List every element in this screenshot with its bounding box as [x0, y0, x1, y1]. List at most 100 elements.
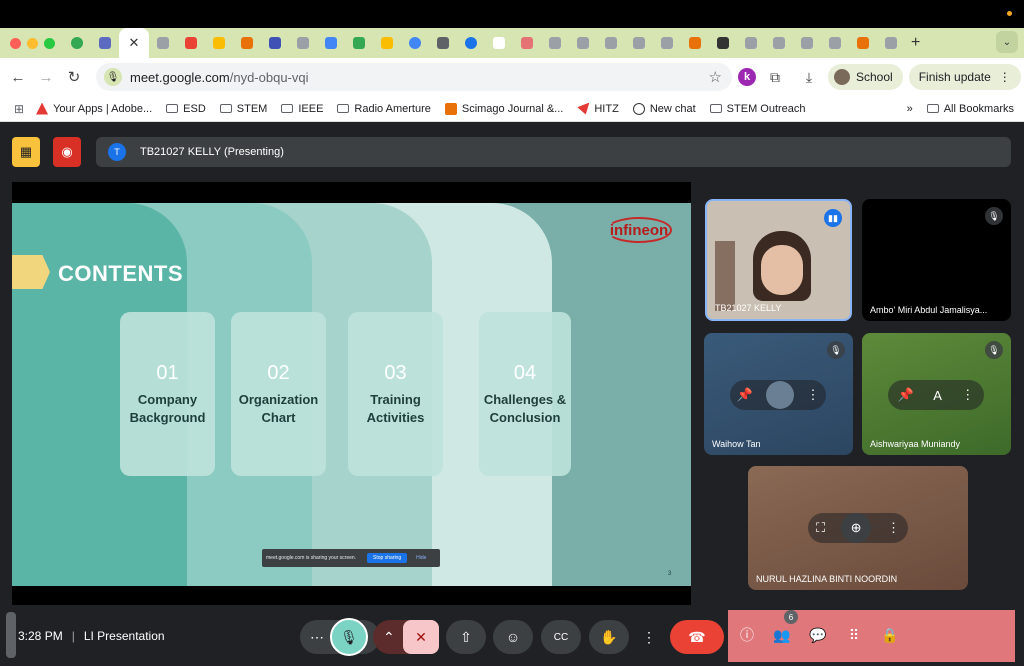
url-input[interactable]: 🎙 meet.google.com/nyd-obqu-vqi ☆ — [96, 63, 732, 91]
tab-icon[interactable] — [653, 29, 681, 57]
participant-tile-aishwariyaa[interactable]: 🎙 📌 A ⋮ Aishwariyaa Muniandy — [862, 333, 1011, 455]
reload-icon[interactable]: ↻ — [60, 68, 88, 86]
bookmark-stem[interactable]: STEM — [219, 103, 267, 115]
tab-icon[interactable] — [597, 29, 625, 57]
tile-hover-controls: 📌 ⋮ — [730, 380, 826, 410]
close-window-icon[interactable] — [10, 37, 21, 49]
tab-icon[interactable] — [289, 29, 317, 57]
tab-icon[interactable] — [429, 29, 457, 57]
bookmark-adobe[interactable]: Your Apps | Adobe... — [36, 102, 152, 115]
chat-icon[interactable]: 💬 — [807, 624, 829, 646]
host-controls-icon[interactable]: 🔒 — [879, 624, 901, 646]
minimize-window-icon[interactable] — [27, 37, 38, 49]
more-bookmarks-icon[interactable]: » — [907, 103, 913, 115]
tab-icon[interactable] — [849, 29, 877, 57]
more-options-icon[interactable]: ⋮ — [887, 520, 900, 536]
camera-off-icon[interactable]: ✕ — [403, 620, 439, 654]
tab-icon[interactable] — [709, 29, 737, 57]
captions-icon[interactable]: CC — [541, 620, 581, 654]
participant-tile-kelly[interactable]: ▮▮ TB21027 KELLY — [705, 199, 852, 321]
address-bar: ← → ↻ 🎙 meet.google.com/nyd-obqu-vqi ☆ k… — [0, 58, 1024, 96]
profile-button[interactable]: School — [828, 64, 903, 90]
tab-icon[interactable] — [233, 29, 261, 57]
present-screen-icon[interactable]: ⇧ — [446, 620, 486, 654]
bookmark-hitz[interactable]: HITZ — [577, 102, 619, 115]
people-icon[interactable]: 👥 — [771, 624, 793, 646]
leave-call-button[interactable]: ☎ — [670, 620, 724, 654]
bookmark-new-chat[interactable]: New chat — [632, 102, 696, 115]
pin-icon[interactable]: 📌 — [898, 387, 914, 403]
tab-icon[interactable] — [569, 29, 597, 57]
bookmark-esd[interactable]: ESD — [166, 103, 206, 115]
tab-icon[interactable] — [737, 29, 765, 57]
bookmark-ieee[interactable]: IEEE — [281, 103, 323, 115]
add-background-icon[interactable]: ⊕ — [841, 513, 872, 543]
tab-icon[interactable] — [793, 29, 821, 57]
finish-update-button[interactable]: Finish update ⋮ — [908, 64, 1021, 90]
tab-icon[interactable] — [177, 29, 205, 57]
bookmark-stem-outreach[interactable]: STEM Outreach — [709, 103, 806, 115]
tab-icon[interactable] — [345, 29, 373, 57]
activities-icon[interactable]: ⠿ — [843, 624, 865, 646]
emoji-icon[interactable]: ☺ — [493, 620, 533, 654]
present-mode-icon[interactable]: ▦ — [12, 137, 40, 167]
bookmark-radio[interactable]: Radio Amerture — [337, 103, 431, 115]
tab-icon[interactable] — [541, 29, 569, 57]
participant-tile-ambo[interactable]: 🎙 Ambo' Miri Abdul Jamalisya... — [862, 199, 1011, 321]
stop-sharing-button[interactable]: Stop sharing — [367, 553, 408, 563]
mic-off-icon: 🎙 — [985, 341, 1003, 359]
tab-icon[interactable] — [317, 29, 345, 57]
tab-icon[interactable] — [91, 29, 119, 57]
bookmark-label: All Bookmarks — [943, 102, 1014, 115]
tab-icon[interactable] — [681, 29, 709, 57]
bookmark-star-icon[interactable]: ☆ — [709, 68, 722, 86]
tab-icon[interactable] — [485, 29, 513, 57]
forward-icon[interactable]: → — [32, 69, 60, 86]
participant-tile-nurul[interactable]: ⛶ ⊕ ⋮ NURUL HAZLINA BINTI NOORDIN — [748, 466, 968, 590]
more-options-icon[interactable]: ⋮ — [807, 387, 820, 403]
bookmark-scimago[interactable]: Scimago Journal &... — [444, 102, 563, 115]
meeting-details-icon[interactable]: ⓘ — [736, 624, 758, 646]
tab-icon[interactable] — [457, 29, 485, 57]
tab-icon[interactable] — [821, 29, 849, 57]
mic-permission-icon[interactable]: 🎙 — [104, 68, 122, 86]
participant-name: NURUL HAZLINA BINTI NOORDIN — [756, 574, 898, 584]
tab-icon[interactable] — [625, 29, 653, 57]
record-icon[interactable]: ◉ — [53, 137, 81, 167]
tab-active-close-icon[interactable]: ✕ — [119, 28, 149, 58]
tab-icon[interactable] — [373, 29, 401, 57]
speaking-icon: ▮▮ — [824, 209, 842, 227]
mic-button[interactable]: 🎙 — [330, 618, 368, 656]
contents-card: 04 Challenges & Conclusion — [479, 312, 571, 476]
folder-icon — [219, 104, 232, 113]
apps-grid-icon[interactable]: ⊞ — [14, 102, 24, 116]
back-icon[interactable]: ← — [4, 69, 32, 86]
tab-icon[interactable] — [205, 29, 233, 57]
participant-name: Ambo' Miri Abdul Jamalisya... — [870, 305, 988, 315]
frame-icon[interactable]: ⛶ — [816, 520, 825, 536]
tab-icon[interactable] — [149, 29, 177, 57]
tab-icon[interactable] — [401, 29, 429, 57]
contents-card: 02 Organization Chart — [231, 312, 326, 476]
download-icon[interactable]: ⤓ — [796, 69, 822, 86]
hide-button[interactable]: Hide — [416, 555, 426, 561]
extensions-puzzle-icon[interactable]: ⧉ — [762, 69, 788, 86]
maximize-window-icon[interactable] — [44, 37, 55, 49]
extension-k-icon[interactable]: k — [738, 68, 756, 86]
tab-icon[interactable] — [261, 29, 289, 57]
tab-icon[interactable] — [765, 29, 793, 57]
participant-tile-waihow[interactable]: 🎙 📌 ⋮ Waihow Tan — [704, 333, 853, 455]
all-bookmarks[interactable]: All Bookmarks — [926, 102, 1014, 115]
raise-hand-icon[interactable]: ✋ — [589, 620, 629, 654]
more-options-icon[interactable]: ⋮ — [961, 387, 974, 403]
tab-icon[interactable] — [513, 29, 541, 57]
card-label: Challenges & Conclusion — [483, 391, 567, 425]
tab-icon[interactable] — [63, 29, 91, 57]
card-number: 02 — [267, 361, 290, 384]
tab-search-chevron-icon[interactable]: ⌄ — [996, 31, 1018, 53]
new-tab-icon[interactable]: + — [911, 34, 920, 52]
pin-icon[interactable]: 📌 — [736, 387, 752, 403]
side-handle[interactable] — [6, 612, 16, 658]
more-options-icon[interactable]: ⋮ — [636, 620, 662, 654]
tab-icon[interactable] — [877, 29, 905, 57]
